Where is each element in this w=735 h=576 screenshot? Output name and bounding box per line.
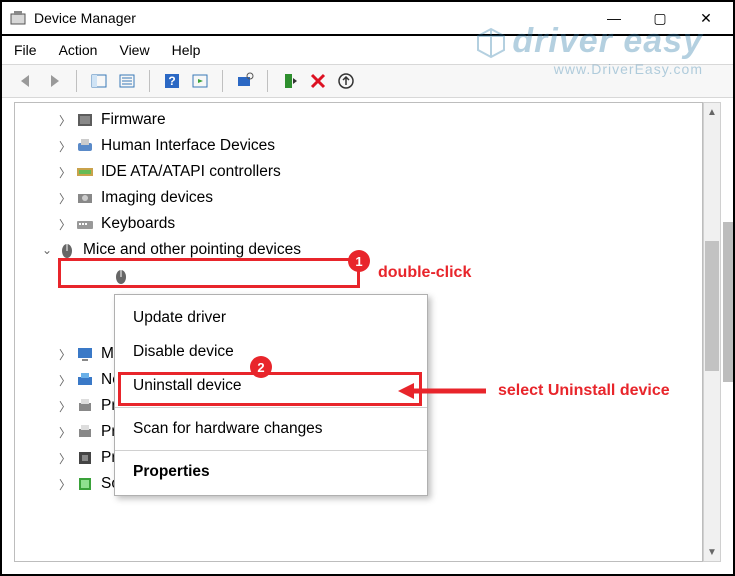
ctx-separator [115,450,427,451]
enable-device-button[interactable] [278,69,302,93]
annotation-text-2: select Uninstall device [498,382,670,400]
tree-label: Human Interface Devices [101,137,275,155]
expand-icon[interactable]: 〉 [55,216,75,233]
tree-label: Keyboards [101,215,175,233]
annotation-text-2-bold: Uninstall device [548,382,670,399]
annotation-badge-2: 2 [250,356,272,378]
expand-icon[interactable]: 〉 [55,476,75,493]
hid-icon [75,136,95,156]
scroll-down-icon[interactable]: ▼ [704,543,720,561]
ctx-scan-hardware[interactable]: Scan for hardware changes [115,412,427,446]
properties-button[interactable] [115,69,139,93]
scroll-thumb[interactable] [705,241,719,371]
expand-icon[interactable]: 〉 [55,190,75,207]
annotation-text-1: double-click [378,264,471,282]
forward-button[interactable] [42,69,66,93]
close-button[interactable]: ✕ [683,3,729,33]
printer-icon [75,422,95,442]
expand-icon[interactable]: 〉 [55,346,75,363]
context-menu: Update driver Disable device Uninstall d… [114,294,428,496]
tree-node-ide[interactable]: 〉 IDE ATA/ATAPI controllers [19,159,702,185]
tree-node-hid[interactable]: 〉 Human Interface Devices [19,133,702,159]
expand-icon[interactable]: 〉 [55,372,75,389]
menu-view[interactable]: View [119,42,149,58]
tree-label: Firmware [101,111,166,129]
expand-icon[interactable]: 〉 [55,164,75,181]
svg-text:?: ? [168,74,175,88]
uninstall-device-button[interactable] [306,69,330,93]
minimize-button[interactable]: — [591,3,637,33]
ide-icon [75,162,95,182]
expand-icon[interactable]: 〉 [55,138,75,155]
expand-icon[interactable]: 〉 [55,112,75,129]
mouse-icon [111,266,131,286]
window-title: Device Manager [34,10,136,26]
menu-action[interactable]: Action [59,42,98,58]
expand-icon[interactable]: 〉 [55,398,75,415]
annotation-text-2-prefix: select [498,382,548,399]
tree-label: Imaging devices [101,189,213,207]
tree-scrollbar[interactable]: ▲ ▼ [703,102,721,562]
toolbar: ? [2,64,733,98]
firmware-icon [75,110,95,130]
tree-node-firmware[interactable]: 〉 Firmware [19,107,702,133]
imaging-icon [75,188,95,208]
app-icon [10,10,26,26]
menu-file[interactable]: File [14,42,37,58]
scroll-up-icon[interactable]: ▲ [704,103,720,121]
show-hide-console-tree-button[interactable] [87,69,111,93]
software-icon [75,474,95,494]
maximize-button[interactable]: ▢ [637,3,683,33]
collapse-icon[interactable]: ⌄ [37,243,57,257]
monitor-icon [75,344,95,364]
help-button[interactable]: ? [160,69,184,93]
network-icon [75,370,95,390]
annotation-badge-1: 1 [348,250,370,272]
keyboard-icon [75,214,95,234]
processor-icon [75,448,95,468]
scan-hardware-button[interactable] [233,69,257,93]
expand-icon[interactable]: 〉 [55,424,75,441]
menu-help[interactable]: Help [172,42,201,58]
annotation-arrow-icon [398,382,486,400]
ctx-uninstall-device[interactable]: Uninstall device [115,369,427,403]
tree-node-imaging[interactable]: 〉 Imaging devices [19,185,702,211]
back-button[interactable] [14,69,38,93]
ctx-properties[interactable]: Properties [115,455,427,489]
titlebar: Device Manager — ▢ ✕ [2,2,733,36]
expand-icon[interactable]: 〉 [55,450,75,467]
page-scrollbar[interactable] [723,222,733,382]
ctx-update-driver[interactable]: Update driver [115,301,427,335]
mouse-icon [57,240,77,260]
ctx-separator [115,407,427,408]
menubar: File Action View Help [2,36,733,64]
tree-label: Mice and other pointing devices [83,241,301,259]
tree-node-keyboards[interactable]: 〉 Keyboards [19,211,702,237]
action-button[interactable] [188,69,212,93]
printer-icon [75,396,95,416]
update-driver-button[interactable] [334,69,358,93]
tree-label: IDE ATA/ATAPI controllers [101,163,281,181]
